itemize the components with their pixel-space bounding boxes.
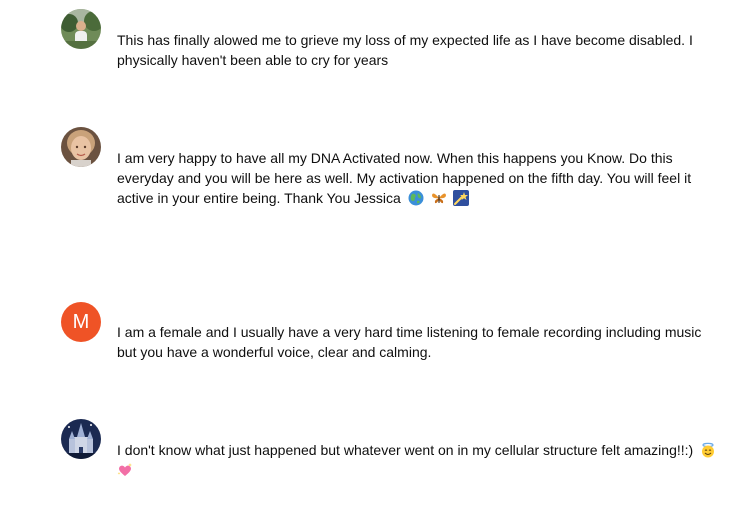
comment-text: I don't know what just happened but what… (117, 440, 717, 480)
shooting-star-emoji-icon (453, 190, 470, 206)
comment-text: I am a female and I usually have a very … (117, 324, 702, 360)
comment-text-body: I am very happy to have all my DNA Activ… (117, 150, 692, 206)
smiling-halo-emoji-icon (702, 442, 715, 458)
comment-text-body: I don't know what just happened but what… (117, 442, 694, 458)
user-photo-woman-icon (61, 127, 101, 167)
avatar[interactable]: M (61, 302, 101, 342)
comment-text: This has finally alowed me to grieve my … (117, 32, 693, 68)
avatar-letter: M (72, 311, 90, 333)
comment-text: I am very happy to have all my DNA Activ… (117, 148, 717, 208)
user-photo-outdoor-icon (61, 9, 101, 49)
butterfly-emoji-icon (431, 193, 446, 204)
globe-emoji-icon (408, 190, 424, 206)
avatar[interactable] (61, 419, 101, 459)
avatar[interactable] (61, 9, 101, 49)
avatar[interactable] (61, 127, 101, 167)
sparkling-heart-emoji-icon (117, 463, 132, 476)
user-photo-castle-icon (61, 419, 101, 459)
